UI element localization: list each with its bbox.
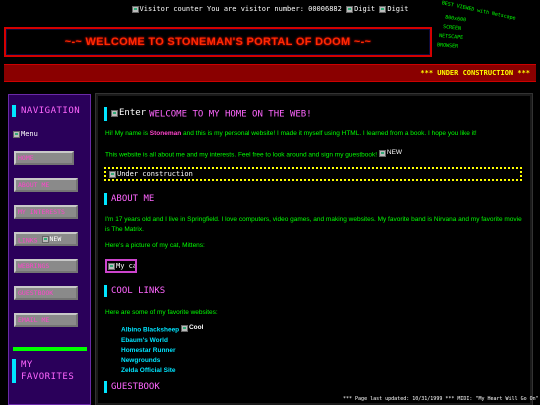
- construction-marquee: *** UNDER CONSTRUCTION ***: [4, 64, 536, 82]
- broken-image-icon: [379, 5, 387, 13]
- link-newgrounds[interactable]: Newgrounds: [121, 356, 203, 366]
- welcome-intro: Hi! My name is Stoneman and this is my p…: [105, 130, 477, 137]
- nav-button-email-me[interactable]: EMAIL ME: [14, 313, 78, 327]
- owner-name: Stoneman: [149, 130, 182, 137]
- about-me-heading: ABOUT ME: [104, 193, 154, 205]
- nav-button-my-interests[interactable]: MY INTERESTS: [14, 205, 78, 219]
- best-viewed-stamp: BEST VIEWED with Netscape 800x600 SCREEN…: [437, 0, 540, 52]
- stamp-line: NETSCAPE: [438, 32, 464, 42]
- nav-button-home[interactable]: HOME: [14, 151, 74, 165]
- stamp-line: SCREEN: [442, 24, 462, 32]
- enter-image: Enter: [111, 107, 146, 119]
- under-construction-image: Under construction: [109, 169, 193, 179]
- stamp-line: 800x600: [444, 14, 467, 24]
- stamp-line: BROWSER: [436, 42, 459, 50]
- broken-image-icon: [13, 130, 20, 138]
- site-title: ~-~ WELCOME TO STONEMAN'S PORTAL OF DOOM…: [64, 36, 372, 48]
- broken-image-icon: [180, 324, 188, 332]
- counter-image: Visitor counter You are visitor number: …: [131, 5, 342, 13]
- favorites-heading: MY FAVORITES: [12, 359, 93, 383]
- link-homestar-runner[interactable]: Homestar Runner: [121, 346, 203, 356]
- digit-image: Digit: [379, 5, 408, 13]
- about-me-text: I'm 17 years old and I live in Springfie…: [105, 216, 522, 233]
- nav-button-webrings[interactable]: WEBRINGS: [14, 259, 78, 273]
- guestbook-heading: GUESTBOOK: [104, 381, 160, 393]
- welcome-description: This website is all about me and my inte…: [105, 148, 403, 159]
- broken-image-icon: [108, 262, 115, 270]
- main-content: Enter WELCOME TO MY HOME ON THE WEB! Hi! …: [95, 93, 533, 405]
- cat-picture: My cat: [105, 259, 137, 273]
- broken-image-icon: [109, 170, 116, 178]
- broken-image-icon: [111, 109, 118, 117]
- menu-image: Menu: [13, 130, 38, 138]
- cool-image: Cool: [180, 323, 203, 333]
- broken-image-icon: [131, 5, 139, 13]
- nav-button-links[interactable]: LINKS NEW: [14, 232, 78, 246]
- links-intro-text: Here are some of my favorite websites:: [105, 309, 218, 316]
- welcome-heading: Enter WELCOME TO MY HOME ON THE WEB!: [104, 107, 312, 121]
- new-image: NEW: [378, 148, 402, 158]
- sidebar-divider: [13, 347, 87, 351]
- link-albino-blacksheep[interactable]: Albino Blacksheep Cool: [121, 323, 203, 336]
- cat-image: My cat: [108, 261, 135, 271]
- counter-label: Visitor counter You are visitor number: …: [139, 5, 342, 13]
- footer-status: *** Page last updated: 10/31/1999 *** MI…: [343, 396, 540, 402]
- cool-links-heading: COOL LINKS: [104, 285, 165, 297]
- broken-image-icon: [346, 5, 354, 13]
- marquee-text: *** UNDER CONSTRUCTION ***: [420, 69, 530, 77]
- link-ebaums-world[interactable]: Ebaum's World: [121, 336, 203, 346]
- new-badge-image: NEW: [41, 234, 61, 244]
- broken-image-icon: [378, 149, 386, 157]
- nav-button-guestbook[interactable]: GUESTBOOK: [14, 286, 78, 300]
- cat-intro-text: Here's a picture of my cat, Mittens:: [105, 242, 205, 249]
- links-list: Albino Blacksheep Cool Ebaum's World Hom…: [121, 323, 203, 376]
- broken-image-icon: [41, 235, 49, 243]
- site-header: ~-~ WELCOME TO STONEMAN'S PORTAL OF DOOM…: [4, 27, 432, 57]
- sidebar: NAVIGATION Menu HOME ABOUT ME MY INTERES…: [8, 94, 91, 405]
- link-zelda-official-site[interactable]: Zelda Official Site: [121, 366, 203, 376]
- navigation-heading: NAVIGATION: [12, 105, 93, 117]
- under-construction-box: Under construction: [104, 167, 522, 181]
- digit-image: Digit: [346, 5, 375, 13]
- nav-button-about-me[interactable]: ABOUT ME: [14, 178, 78, 192]
